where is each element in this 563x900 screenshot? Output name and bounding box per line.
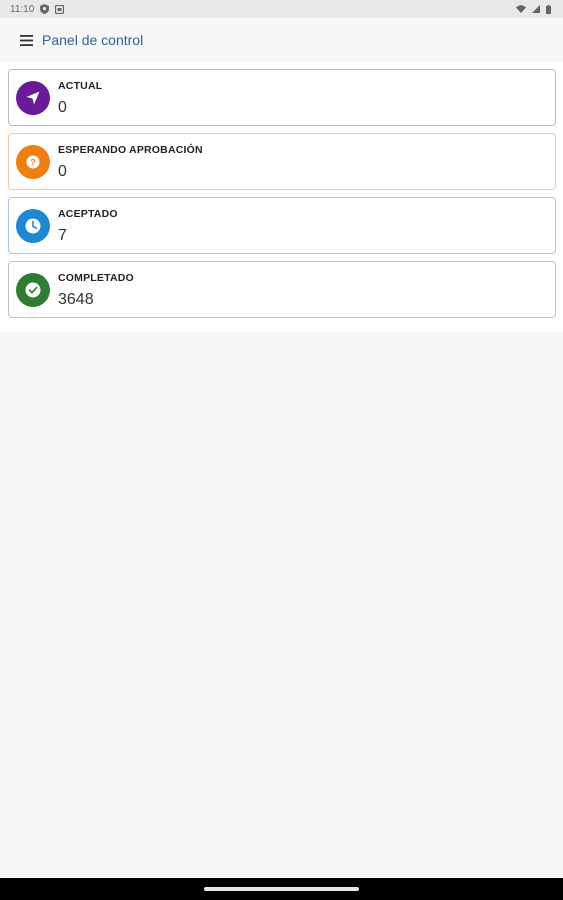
signal-icon (532, 5, 540, 13)
card-label: ACTUAL (58, 80, 103, 92)
check-icon (16, 273, 50, 307)
card-label: ACEPTADO (58, 208, 118, 220)
battery-icon (546, 4, 551, 14)
card-esperando-aprobacion[interactable]: ? ESPERANDO APROBACIÓN 0 (8, 133, 556, 190)
card-value: 0 (58, 99, 67, 116)
card-value: 7 (58, 227, 67, 244)
navigation-arrow-icon (16, 81, 50, 115)
wifi-icon (516, 5, 526, 13)
card-label: COMPLETADO (58, 272, 134, 284)
page-title: Panel de control (42, 32, 144, 48)
status-left: 11:10 (10, 3, 65, 15)
card-aceptado[interactable]: ACEPTADO 7 (8, 197, 556, 254)
svg-text:?: ? (30, 158, 36, 168)
status-time: 11:10 (10, 3, 35, 15)
notification-icon (55, 4, 65, 14)
home-gesture-handle[interactable] (204, 887, 359, 891)
shield-icon (40, 4, 50, 14)
question-icon: ? (16, 145, 50, 179)
clock-icon (16, 209, 50, 243)
app-bar: Panel de control (0, 18, 563, 62)
dashboard-content: ACTUAL 0 ? ESPERANDO APROBACIÓN 0 ACEPTA… (0, 62, 563, 332)
status-bar: 11:10 (0, 0, 563, 18)
card-label: ESPERANDO APROBACIÓN (58, 144, 203, 156)
card-actual[interactable]: ACTUAL 0 (8, 69, 556, 126)
menu-icon[interactable] (18, 32, 34, 48)
card-value: 0 (58, 163, 67, 180)
card-value: 3648 (58, 291, 94, 308)
navigation-bar (0, 878, 563, 900)
status-right (516, 4, 551, 14)
card-completado[interactable]: COMPLETADO 3648 (8, 261, 556, 318)
